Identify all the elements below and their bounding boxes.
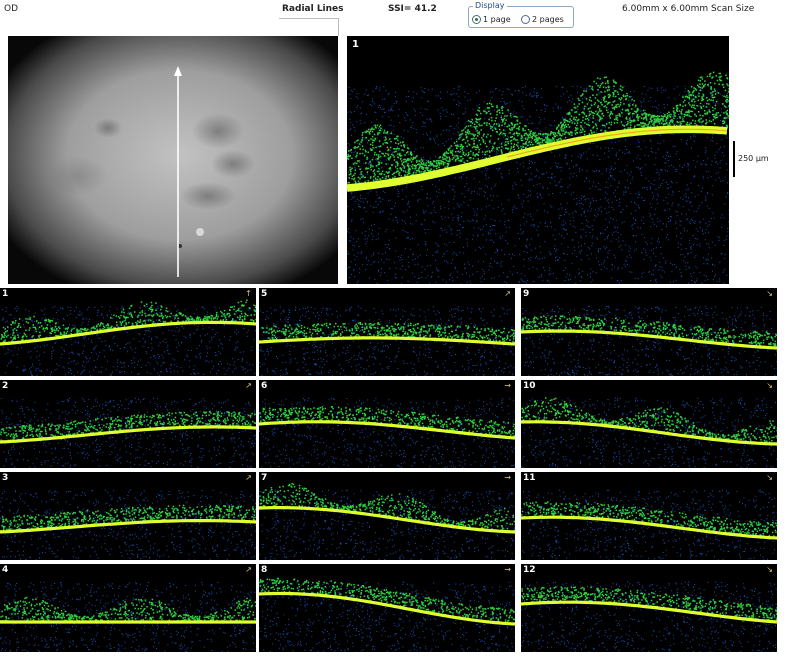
radio-unselected-icon[interactable]: [521, 15, 530, 24]
radial-scan-thumbnail-3[interactable]: 3 ↗: [0, 472, 256, 560]
oct-bscan-image: [521, 472, 777, 560]
main-scan-number: 1: [352, 39, 359, 50]
thumbnail-number: 10: [523, 381, 536, 391]
scan-direction-icon: ↑: [245, 289, 252, 298]
radial-scan-thumbnail-6[interactable]: 6 →: [259, 380, 515, 468]
radial-scan-thumbnail-7[interactable]: 7 →: [259, 472, 515, 560]
eye-label: OD: [4, 4, 19, 14]
oct-bscan-image: [259, 564, 515, 652]
scan-direction-icon: ↘: [766, 289, 773, 298]
main-oct-scan: 1: [347, 36, 729, 284]
display-legend: Display: [473, 1, 507, 10]
page-title: Radial Lines: [282, 4, 344, 14]
radial-scan-thumbnail-10[interactable]: 10 ↘: [521, 380, 777, 468]
scan-direction-icon: ↗: [245, 381, 252, 390]
thumbnail-number: 8: [261, 565, 268, 575]
scale-bar: [733, 141, 735, 177]
scan-size-label: 6.00mm x 6.00mm Scan Size: [622, 4, 755, 14]
radial-scan-thumbnail-11[interactable]: 11 ↘: [521, 472, 777, 560]
scan-direction-icon: ↗: [504, 289, 511, 298]
oct-bscan-image: [0, 380, 256, 468]
scan-direction-icon: ↘: [766, 565, 773, 574]
display-2-pages-radio[interactable]: 2 pages: [521, 15, 564, 24]
radial-scan-thumbnail-2[interactable]: 2 ↗: [0, 380, 256, 468]
thumbnail-number: 2: [2, 381, 9, 391]
radial-scan-thumbnail-9[interactable]: 9 ↘: [521, 288, 777, 376]
scan-direction-icon: ↘: [766, 473, 773, 482]
thumbnail-number: 7: [261, 473, 268, 483]
radial-scan-thumbnail-8[interactable]: 8 →: [259, 564, 515, 652]
title-divider-vertical: [338, 18, 339, 36]
oct-bscan-image: [521, 564, 777, 652]
oct-bscan-image: [259, 380, 515, 468]
thumbnail-number: 1: [2, 289, 9, 299]
thumbnail-number: 12: [523, 565, 536, 575]
oct-bscan-image: [0, 288, 256, 376]
radial-scan-thumbnail-12[interactable]: 12 ↘: [521, 564, 777, 652]
oct-bscan-image: [521, 288, 777, 376]
radial-scan-thumbnail-5[interactable]: 5 ↗: [259, 288, 515, 376]
radio-selected-icon[interactable]: [472, 15, 481, 24]
oct-bscan-image: [0, 472, 256, 560]
scan-direction-icon: →: [504, 565, 511, 574]
oct-bscan-image: [521, 380, 777, 468]
thumbnail-number: 4: [2, 565, 9, 575]
fundus-image: [8, 36, 338, 284]
radial-scan-thumbnail-1[interactable]: 1 ↑: [0, 288, 256, 376]
thumbnail-number: 9: [523, 289, 530, 299]
oct-bscan-image: [259, 288, 515, 376]
display-options-group: Display 1 page 2 pages: [468, 1, 574, 28]
scale-label: 250 µm: [738, 154, 769, 163]
scan-direction-icon: →: [504, 473, 511, 482]
display-1-page-radio[interactable]: 1 page: [472, 15, 511, 24]
thumbnail-number: 11: [523, 473, 536, 483]
scan-direction-icon: ↘: [766, 381, 773, 390]
radio-label: 1 page: [483, 15, 511, 24]
thumbnail-number: 5: [261, 289, 268, 299]
radio-label: 2 pages: [532, 15, 564, 24]
title-divider: [279, 18, 339, 19]
scan-direction-icon: ↗: [245, 565, 252, 574]
signal-strength-index: SSI= 41.2: [388, 4, 437, 14]
oct-bscan-image: [0, 564, 256, 652]
thumbnail-number: 6: [261, 381, 268, 391]
scan-direction-icon: →: [504, 381, 511, 390]
radial-scan-thumbnail-4[interactable]: 4 ↗: [0, 564, 256, 652]
thumbnail-number: 3: [2, 473, 9, 483]
oct-bscan-image: [259, 472, 515, 560]
scan-direction-icon: ↗: [245, 473, 252, 482]
